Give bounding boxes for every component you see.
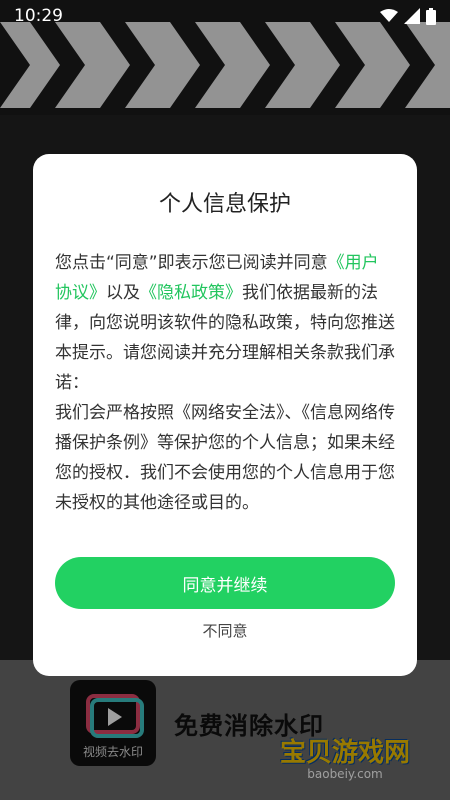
battery-icon — [426, 7, 436, 25]
disagree-button[interactable]: 不同意 — [33, 620, 417, 641]
privacy-dialog: 个人信息保护 您点击“同意”即表示您已阅读并同意《用户协议》以及《隐私政策》我们… — [33, 154, 417, 676]
privacy-policy-link[interactable]: 《隐私政策》 — [140, 283, 242, 303]
status-time: 10:29 — [14, 6, 63, 26]
agree-button[interactable]: 同意并继续 — [55, 557, 395, 609]
status-bar: 10:29 — [0, 0, 450, 32]
dialog-text-4: 我们会严格按照《网络安全法》、《信息网络传播保护条例》等保护您的个人信息；如果未… — [55, 403, 395, 513]
signal-icon — [404, 8, 420, 24]
dialog-text-1: 您点击“同意”即表示您已阅读并同意 — [55, 253, 328, 273]
wifi-icon — [380, 9, 398, 22]
dialog-text-2: 以及 — [106, 283, 140, 303]
status-icons — [380, 7, 436, 25]
dialog-title: 个人信息保护 — [158, 192, 291, 217]
dialog-body: 您点击“同意”即表示您已阅读并同意《用户协议》以及《隐私政策》我们依据最新的法律… — [55, 248, 395, 518]
